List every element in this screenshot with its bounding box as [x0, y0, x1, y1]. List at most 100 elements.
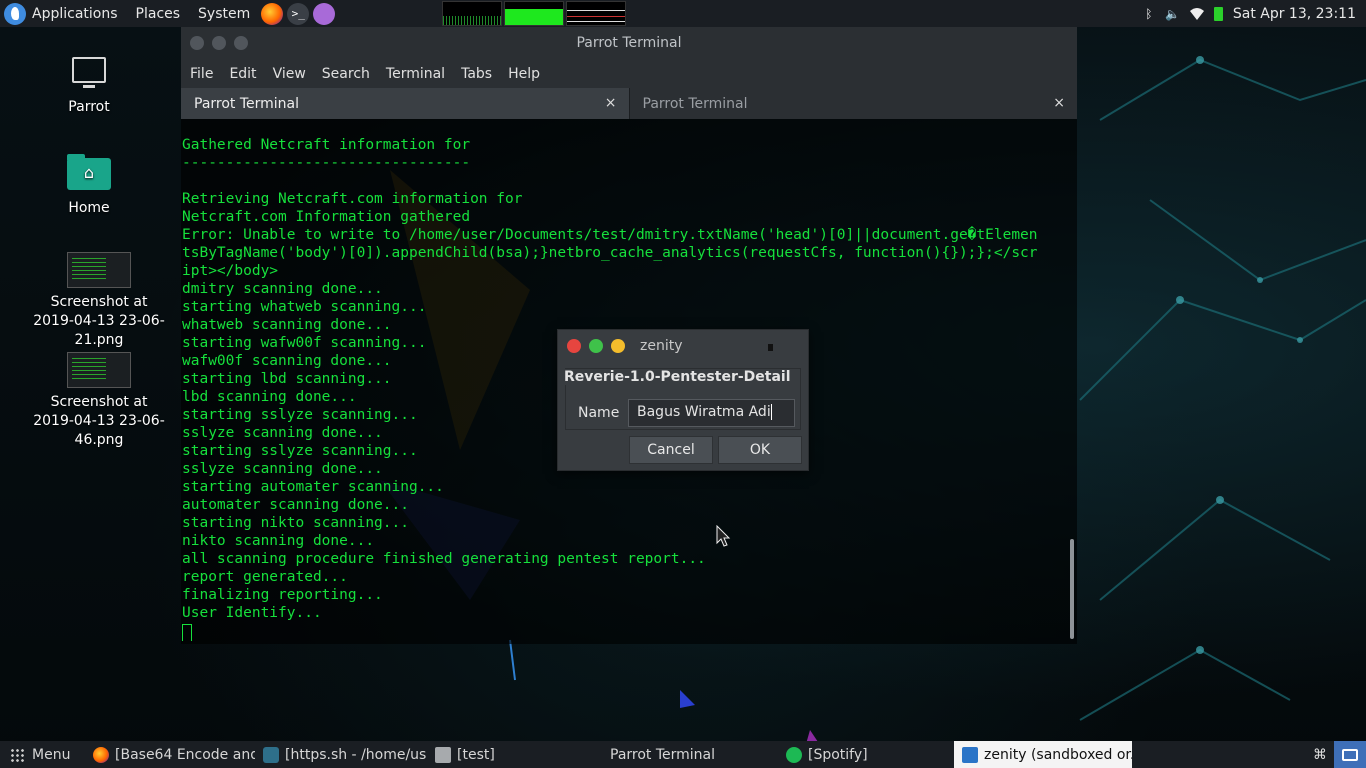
- image-thumbnail-icon: [67, 352, 131, 388]
- menu-terminal[interactable]: Terminal: [378, 66, 453, 82]
- desktop-icon: [1342, 748, 1358, 761]
- desktop-icon-parrot[interactable]: Parrot: [19, 57, 159, 117]
- taskbar-item[interactable]: zenity (sandboxed or...: [954, 741, 1132, 768]
- clock[interactable]: Sat Apr 13, 23:11: [1233, 6, 1356, 22]
- taskbar-item-label: Parrot Terminal: [610, 746, 716, 763]
- taskbar-item[interactable]: [Spotify]: [778, 741, 954, 768]
- close-tab-icon[interactable]: ×: [605, 95, 617, 111]
- cancel-button[interactable]: Cancel: [629, 436, 713, 464]
- text-editor-icon[interactable]: [313, 2, 336, 25]
- terminal-line: starting whatweb scanning...: [182, 299, 427, 315]
- bluetooth-icon[interactable]: ᛒ: [1142, 7, 1156, 21]
- terminal-line: all scanning procedure finished generati…: [182, 551, 706, 567]
- taskbar-item-label: [test]: [457, 746, 495, 763]
- desktop-icon-home[interactable]: Home: [19, 154, 159, 218]
- close-tab-icon[interactable]: ×: [1053, 95, 1065, 111]
- applications-menu[interactable]: Applications: [29, 0, 127, 27]
- tab-parrot-terminal-2[interactable]: Parrot Terminal ×: [628, 88, 1077, 119]
- terminal-prompt-line: [182, 622, 1067, 641]
- script-icon: [263, 746, 279, 763]
- desktop-icon-screenshot-2[interactable]: Screenshot at 2019-04-13 23-06-46.png: [29, 352, 169, 450]
- workspace-icon[interactable]: ⌘: [1306, 741, 1334, 768]
- system-menu[interactable]: System: [189, 0, 259, 27]
- taskbar-item[interactable]: [Base64 Encode and...: [85, 741, 255, 768]
- terminal-line: starting nikto scanning...: [182, 515, 409, 531]
- taskbar-item-label: [Spotify]: [808, 746, 868, 763]
- menu-button[interactable]: Menu: [0, 747, 85, 763]
- terminal-line: Retrieving Netcraft.com information for: [182, 191, 532, 207]
- terminal-line: nikto scanning done...: [182, 533, 375, 549]
- terminal-line: ipt></body>: [182, 263, 279, 279]
- terminal-icon[interactable]: >_: [287, 2, 310, 25]
- parrot-logo-icon[interactable]: [4, 2, 26, 25]
- dialog-titlebar[interactable]: zenity: [558, 330, 808, 362]
- app-icon: [768, 344, 773, 351]
- system-monitors: [442, 0, 627, 27]
- taskbar-item[interactable]: [test]: [427, 741, 602, 768]
- menu-tabs[interactable]: Tabs: [453, 66, 500, 82]
- minimize-dialog-button[interactable]: [611, 339, 625, 353]
- taskbar-item-label: [https.sh - /home/us...: [285, 746, 427, 763]
- menu-edit[interactable]: Edit: [221, 66, 264, 82]
- wifi-icon[interactable]: [1189, 7, 1204, 21]
- terminal-line: tsByTagName('body')[0]).appendChild(bsa)…: [182, 245, 1038, 261]
- terminal-cursor: [182, 624, 192, 641]
- terminal-line: ---------------------------------: [182, 155, 471, 171]
- tab-label: Parrot Terminal: [642, 95, 748, 112]
- desktop-icon-screenshot-1[interactable]: Screenshot at 2019-04-13 23-06-21.png: [29, 252, 169, 350]
- cpu-graph: [442, 1, 503, 26]
- home-folder-icon: [67, 154, 111, 190]
- terminal-line: automater scanning done...: [182, 497, 409, 513]
- terminal-line: Netcraft.com Information gathered: [182, 209, 471, 225]
- ok-button[interactable]: OK: [718, 436, 802, 464]
- close-dialog-button[interactable]: [567, 339, 581, 353]
- desktop-icon-label: Screenshot at 2019-04-13 23-06-46.png: [33, 394, 165, 448]
- terminal-line: report generated...: [182, 569, 348, 585]
- network-graph: [566, 1, 627, 26]
- maximize-dialog-button[interactable]: [589, 339, 603, 353]
- menu-view[interactable]: View: [265, 66, 314, 82]
- memory-graph: [504, 1, 565, 26]
- show-desktop-button[interactable]: [1334, 741, 1366, 768]
- firefox-icon: [93, 746, 109, 763]
- desktop-icon-label: Home: [68, 200, 110, 216]
- terminal-line: dmitry scanning done...: [182, 281, 383, 297]
- zenity-dialog: zenity Reverie-1.0-Pentester-Detail Name…: [557, 329, 809, 471]
- volume-icon[interactable]: 🔈: [1165, 7, 1180, 21]
- terminal-scrollbar[interactable]: [1070, 539, 1074, 639]
- menu-search[interactable]: Search: [314, 66, 378, 82]
- battery-icon[interactable]: [1213, 6, 1223, 21]
- minimize-window-button[interactable]: [212, 36, 226, 50]
- taskbar-item[interactable]: [https.sh - /home/us...: [255, 741, 427, 768]
- desktop-icon-label: Screenshot at 2019-04-13 23-06-21.png: [33, 294, 165, 348]
- grid-icon: [10, 747, 24, 762]
- image-thumbnail-icon: [67, 252, 131, 288]
- terminal-line: Error: Unable to write to /home/user/Doc…: [182, 227, 1038, 243]
- system-tray: ᛒ 🔈 Sat Apr 13, 23:11: [1142, 6, 1366, 22]
- menu-help[interactable]: Help: [500, 66, 548, 82]
- maximize-window-button[interactable]: [234, 36, 248, 50]
- terminal-titlebar[interactable]: Parrot Terminal: [181, 27, 1077, 59]
- folder-icon: [435, 746, 451, 763]
- tab-label: Parrot Terminal: [194, 95, 300, 112]
- terminal-line: starting automater scanning...: [182, 479, 444, 495]
- menu-file[interactable]: File: [181, 66, 221, 82]
- terminal-tabs: Parrot Terminal × Parrot Terminal ×: [181, 88, 1077, 119]
- close-window-button[interactable]: [190, 36, 204, 50]
- dialog-title: zenity: [640, 338, 683, 354]
- taskbar-item-label: [Base64 Encode and...: [115, 746, 255, 763]
- task-list: [Base64 Encode and... [https.sh - /home/u…: [85, 741, 1132, 768]
- name-input[interactable]: Bagus Wiratma Adi: [628, 399, 795, 427]
- menu-label: Menu: [32, 746, 71, 763]
- terminal-line: Gathered Netcraft information for: [182, 137, 479, 153]
- terminal-line: finalizing reporting...: [182, 587, 383, 603]
- top-panel: Applications Places System >_ ᛒ 🔈 Sat Ap…: [0, 0, 1366, 27]
- tab-parrot-terminal-1[interactable]: Parrot Terminal ×: [181, 88, 629, 119]
- firefox-icon[interactable]: [261, 2, 284, 25]
- terminal-line: User Identify...: [182, 605, 322, 621]
- desktop-icon-label: Parrot: [68, 99, 110, 115]
- places-menu[interactable]: Places: [127, 0, 190, 27]
- taskbar-item[interactable]: Parrot Terminal: [602, 741, 778, 768]
- dialog-heading: Reverie-1.0-Pentester-Detail: [564, 369, 795, 385]
